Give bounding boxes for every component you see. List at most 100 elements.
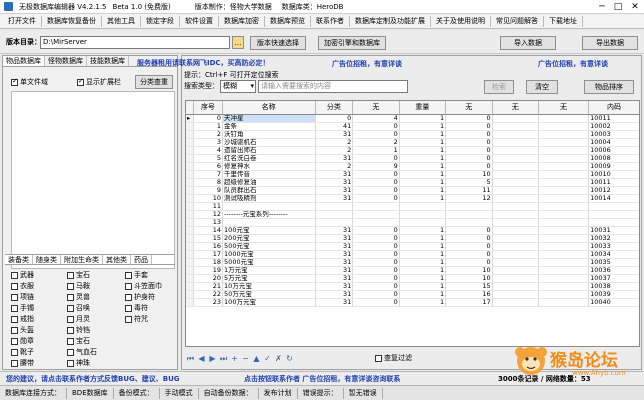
classify-button[interactable]: 分类查重 (135, 75, 173, 89)
table-cell[interactable]: 500元宝 (223, 243, 316, 250)
search-type-select[interactable]: 模糊 ▾ (220, 80, 256, 93)
table-cell[interactable]: 10012 (589, 187, 639, 194)
table-cell[interactable] (539, 131, 590, 138)
table-cell[interactable] (223, 203, 316, 210)
item-sort-button[interactable]: 物品排序 (584, 80, 634, 94)
table-row[interactable]: 8 超级修复油 31 0 1 5 10011 (186, 179, 639, 187)
table-cell[interactable]: 0 (446, 139, 493, 146)
table-row[interactable]: 20 5万元宝 31 0 1 10 10037 (186, 275, 639, 283)
table-cell[interactable]: 5 (194, 155, 224, 162)
table-cell[interactable] (539, 283, 590, 290)
table-cell[interactable] (539, 291, 590, 298)
tab-monster-db[interactable]: 怪物数据库 (45, 56, 87, 66)
table-cell[interactable] (493, 123, 540, 130)
table-cell[interactable]: 1 (400, 299, 447, 306)
table-cell[interactable]: 1 (400, 283, 447, 290)
table-cell[interactable]: 千里传音 (223, 171, 316, 178)
search-input[interactable]: 请输入需要搜索的内容 (258, 80, 408, 93)
table-cell[interactable] (493, 251, 540, 258)
category-checkbox[interactable]: 宝石 (67, 337, 90, 346)
table-cell[interactable] (400, 219, 447, 226)
table-cell[interactable]: 0 (194, 115, 224, 122)
tab-item-db[interactable]: 物品数据库 (3, 56, 45, 66)
category-checkbox[interactable]: 宝石 (67, 271, 90, 280)
table-cell[interactable]: 14 (194, 227, 224, 234)
table-cell[interactable]: 16 (446, 291, 493, 298)
table-cell[interactable] (493, 187, 540, 194)
table-cell[interactable]: 沃钉角 (223, 131, 316, 138)
table-cell[interactable]: 10037 (589, 275, 639, 282)
table-cell[interactable] (493, 147, 540, 154)
table-cell[interactable]: 10038 (589, 283, 639, 290)
table-cell[interactable]: 10036 (589, 267, 639, 274)
table-cell[interactable] (539, 251, 590, 258)
table-cell[interactable] (539, 123, 590, 130)
table-cell[interactable]: 31 (316, 195, 354, 202)
table-cell[interactable]: 13 (194, 219, 224, 226)
table-cell[interactable]: 10 (446, 275, 493, 282)
table-cell[interactable]: 31 (316, 291, 354, 298)
table-cell[interactable]: 100万元宝 (223, 299, 316, 306)
table-cell[interactable]: 0 (353, 195, 400, 202)
version-select-button[interactable]: 版本快速选择 (250, 36, 306, 50)
col-header[interactable]: 无 (353, 101, 400, 114)
data-grid[interactable]: 序号 名称 分类 无 重量 无 无 无 内码 ▸ 0 天冲星 0 4 1 0 10011 1 金条… (185, 100, 640, 347)
table-cell[interactable]: 10万元宝 (223, 283, 316, 290)
table-cell[interactable] (539, 163, 590, 170)
table-row[interactable]: 3 沙城驱机石 2 2 1 0 10004 (186, 139, 639, 147)
table-cell[interactable]: 31 (316, 275, 354, 282)
category-checkbox[interactable]: 气血石 (67, 348, 97, 357)
table-cell[interactable]: 1 (400, 155, 447, 162)
table-cell[interactable]: 1 (400, 227, 447, 234)
table-cell[interactable]: 23 (194, 299, 224, 306)
table-cell[interactable] (316, 211, 354, 218)
table-row[interactable]: 9 队员群出石 31 0 1 11 10012 (186, 187, 639, 195)
table-cell[interactable]: 1 (400, 235, 447, 242)
table-cell[interactable]: 7 (194, 171, 224, 178)
table-cell[interactable] (589, 203, 639, 210)
tab-life[interactable]: 附加生命类 (61, 255, 103, 264)
table-row[interactable]: 22 50万元宝 31 0 1 16 10039 (186, 291, 639, 299)
col-header[interactable]: 名称 (223, 101, 316, 114)
table-row[interactable]: 14 100元宝 31 0 1 0 10031 (186, 227, 639, 235)
table-row[interactable]: 4 遗留出师石 2 1 1 0 10006 (186, 147, 639, 155)
table-cell[interactable] (353, 203, 400, 210)
table-cell[interactable]: 31 (316, 259, 354, 266)
table-cell[interactable]: 10031 (589, 227, 639, 234)
menu-item[interactable]: 数据库定制及功能扩展 (350, 15, 431, 27)
table-cell[interactable]: 0 (446, 115, 493, 122)
table-cell[interactable] (493, 211, 540, 218)
table-row[interactable]: 18 5000元宝 31 0 1 0 10035 (186, 259, 639, 267)
category-checkbox[interactable]: 马鞍 (67, 282, 90, 291)
encrypt-button[interactable]: 加密引擎和数据库 (318, 36, 386, 50)
table-cell[interactable]: 5 (446, 179, 493, 186)
refresh-icon[interactable]: ↻ (284, 353, 295, 364)
table-cell[interactable]: 0 (353, 259, 400, 266)
root-path-input[interactable]: D:\MirServer (40, 36, 230, 49)
menu-item[interactable]: 关于及使用说明 (431, 15, 491, 27)
table-cell[interactable] (539, 299, 590, 306)
table-cell[interactable]: 0 (446, 123, 493, 130)
table-cell[interactable]: 16 (194, 243, 224, 250)
table-cell[interactable]: 10 (446, 267, 493, 274)
table-cell[interactable]: 18 (194, 259, 224, 266)
table-cell[interactable]: 1 (400, 187, 447, 194)
table-row[interactable]: 2 沃钉角 31 0 1 0 10003 (186, 131, 639, 139)
category-checkbox[interactable]: 护身符 (125, 293, 155, 302)
table-cell[interactable] (539, 139, 590, 146)
table-cell[interactable]: 31 (316, 283, 354, 290)
table-cell[interactable]: 金条 (223, 123, 316, 130)
table-row[interactable]: 16 500元宝 31 0 1 0 10033 (186, 243, 639, 251)
category-checkbox[interactable]: 手套 (125, 271, 148, 280)
menu-item[interactable]: 软件设置 (180, 15, 219, 27)
table-cell[interactable]: 31 (316, 227, 354, 234)
table-cell[interactable]: 22 (194, 291, 224, 298)
prev-record-icon[interactable]: ◀ (196, 353, 207, 364)
single-file-checkbox[interactable]: 单文件域 (11, 77, 48, 87)
table-cell[interactable]: 1 (400, 275, 447, 282)
table-row[interactable]: 13 (186, 219, 639, 227)
table-cell[interactable] (493, 291, 540, 298)
menu-item[interactable]: 常见问题解答 (491, 15, 544, 27)
table-cell[interactable]: 修复神水 (223, 163, 316, 170)
table-cell[interactable]: 遗留出师石 (223, 147, 316, 154)
